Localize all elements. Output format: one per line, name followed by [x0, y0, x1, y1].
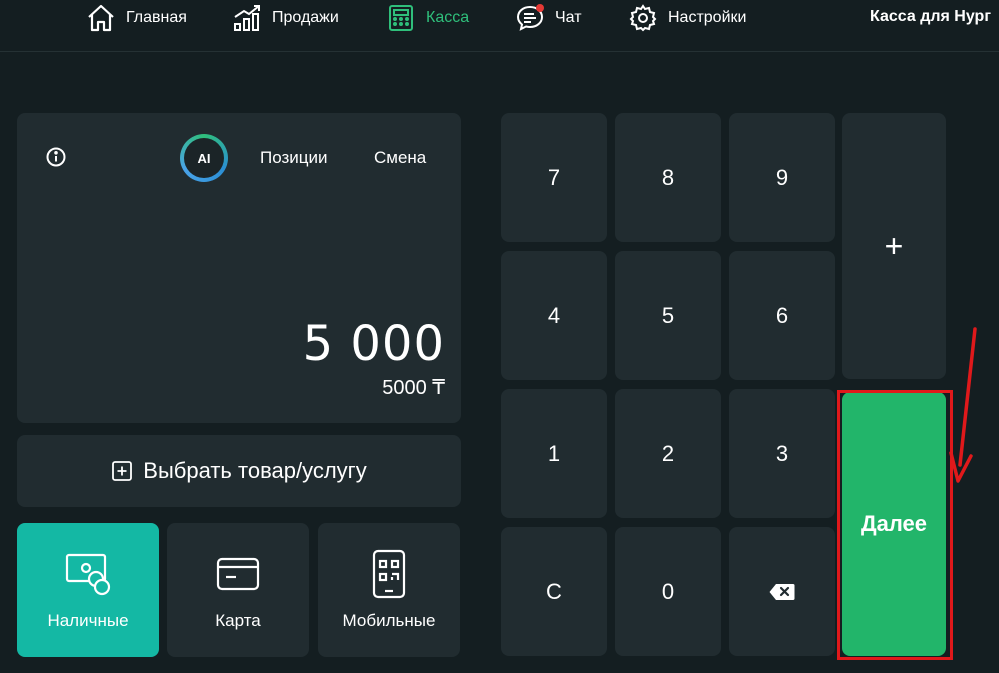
top-navigation: Главная Продажи Касса Чат Настройки Касс…	[0, 0, 999, 52]
payment-card-label: Карта	[215, 611, 261, 630]
next-button[interactable]: Далее	[842, 392, 946, 656]
key-3[interactable]: 3	[729, 389, 835, 518]
shift-link[interactable]: Смена	[374, 148, 426, 168]
mobile-qr-icon	[372, 549, 406, 599]
sales-chart-icon	[234, 5, 260, 31]
nav-sales[interactable]: Продажи	[232, 0, 339, 36]
info-icon[interactable]	[45, 146, 67, 168]
amount-display-panel: AI Позиции Смена 5 000 5000 ₸	[17, 113, 461, 423]
key-0[interactable]: 0	[615, 527, 721, 656]
nav-home-label: Главная	[126, 9, 187, 26]
key-7[interactable]: 7	[501, 113, 607, 242]
backspace-icon	[769, 583, 795, 600]
chat-notification-dot	[536, 4, 544, 12]
nav-chat[interactable]: Чат	[515, 0, 582, 36]
key-1[interactable]: 1	[501, 389, 607, 518]
key-8[interactable]: 8	[615, 113, 721, 242]
amount-formatted: 5 000	[302, 316, 445, 372]
cash-icon	[65, 553, 111, 596]
plus-square-icon	[112, 461, 133, 481]
annotation-arrow-icon	[949, 327, 977, 483]
gear-icon	[629, 4, 657, 32]
payment-cash-button[interactable]: Наличные	[17, 523, 159, 657]
credit-card-icon	[216, 557, 260, 591]
key-plus[interactable]: +	[842, 113, 946, 379]
positions-link[interactable]: Позиции	[260, 148, 328, 168]
nav-settings-label: Настройки	[668, 9, 747, 26]
nav-home[interactable]: Главная	[86, 0, 187, 36]
key-2[interactable]: 2	[615, 389, 721, 518]
nav-sales-label: Продажи	[272, 9, 339, 26]
key-6[interactable]: 6	[729, 251, 835, 380]
nav-cashier-label: Касса	[426, 9, 470, 26]
ai-label: AI	[184, 138, 224, 178]
nav-chat-label: Чат	[555, 9, 582, 26]
key-backspace[interactable]	[729, 527, 835, 656]
home-icon	[88, 4, 114, 32]
payment-mobile-button[interactable]: Мобильные	[318, 523, 460, 657]
payment-mobile-label: Мобильные	[342, 611, 436, 630]
select-product-button[interactable]: Выбрать товар/услугу	[17, 435, 461, 507]
amount-raw: 5000 ₸	[382, 377, 445, 399]
calculator-icon	[389, 5, 413, 31]
key-9[interactable]: 9	[729, 113, 835, 242]
select-product-label: Выбрать товар/услугу	[143, 458, 367, 483]
cashier-title: Касса для Нург	[870, 8, 991, 25]
key-5[interactable]: 5	[615, 251, 721, 380]
key-4[interactable]: 4	[501, 251, 607, 380]
nav-cashier[interactable]: Касса	[386, 0, 469, 36]
payment-card-button[interactable]: Карта	[167, 523, 309, 657]
ai-assistant-button[interactable]: AI	[180, 134, 228, 182]
nav-settings[interactable]: Настройки	[628, 0, 746, 36]
key-clear[interactable]: C	[501, 527, 607, 656]
payment-cash-label: Наличные	[47, 611, 129, 630]
